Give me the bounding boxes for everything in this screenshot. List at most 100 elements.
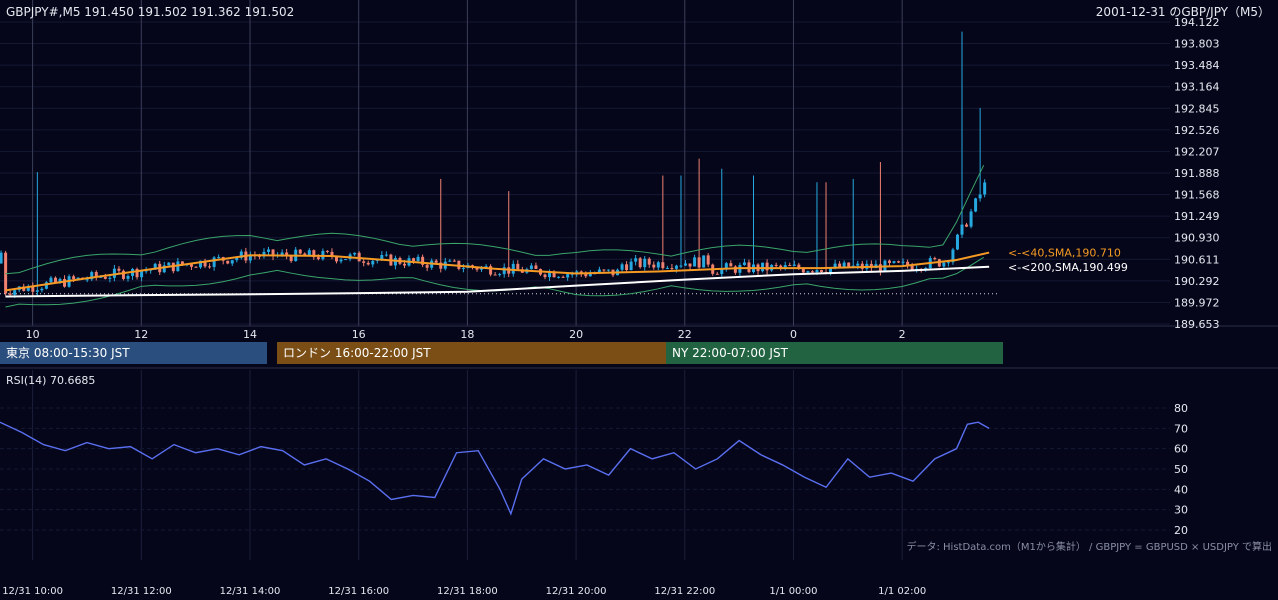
rsi-tick-label: 30 [1174, 504, 1188, 517]
candle-body [434, 260, 438, 263]
candle-body [416, 256, 420, 262]
candle-body [103, 276, 107, 279]
price-tick-label: 193.803 [1174, 38, 1220, 51]
price-tick-label: 191.568 [1174, 189, 1220, 202]
candle-body [792, 264, 796, 266]
candle-body [8, 293, 12, 295]
candle-body [217, 257, 221, 259]
time-tick-label: 1/1 02:00 [878, 586, 926, 597]
rsi-label: RSI(14) 70.6685 [6, 374, 95, 387]
candle-body [783, 265, 787, 268]
candle-body [810, 271, 814, 273]
candle-body [634, 258, 638, 262]
grid-layer [0, 0, 1278, 560]
candle-body [647, 258, 651, 265]
chart-title: 2001-12-31 のGBP/JPY（M5） [1096, 5, 1270, 19]
session-bar: 東京 08:00-15:30 JST ロンドン 16:00-22:00 JST NY… [0, 342, 1003, 364]
candle-body [208, 266, 212, 268]
price-tick-label: 193.164 [1174, 81, 1220, 94]
time-tick-label: 12/31 14:00 [220, 586, 281, 597]
candle-body [625, 264, 629, 271]
sma200-line [5, 265, 990, 298]
candle-body [339, 259, 343, 262]
candle-body [452, 260, 456, 262]
candle-body [933, 258, 937, 260]
candle-body [806, 271, 810, 273]
candle-body [901, 261, 905, 263]
candle-body [13, 290, 17, 295]
candle-body [0, 252, 3, 264]
session-label: NY 22:00-07:00 JST [672, 346, 789, 360]
hour-tick-label: 2 [899, 328, 906, 341]
candle-body [702, 255, 706, 268]
candle-body [788, 265, 792, 267]
candle-body [212, 257, 216, 267]
candle-body [742, 262, 746, 265]
candle-body [779, 265, 783, 268]
candle-body [344, 259, 348, 261]
time-tick-label: 12/31 12:00 [111, 586, 172, 597]
candle-body [140, 271, 144, 278]
candle-body [516, 263, 520, 270]
candle-body [298, 249, 302, 254]
candle-body [897, 261, 901, 263]
rsi-tick-label: 60 [1174, 443, 1188, 456]
candle-body [643, 258, 647, 268]
candle-body [715, 273, 719, 275]
rsi-panel: 80 70 60 50 40 30 20 [0, 402, 1188, 537]
candle-body [280, 252, 284, 255]
candle-body [335, 256, 338, 262]
session-label: ロンドン 16:00-22:00 JST [283, 346, 431, 360]
sma200-value-label: <-<200,SMA,190.499 [1008, 261, 1128, 274]
price-tick-label: 189.653 [1174, 318, 1220, 331]
hour-tick-label: 14 [243, 328, 257, 341]
time-tick-label: 1/1 00:00 [769, 586, 817, 597]
candle-body [566, 274, 570, 278]
candle-body [35, 290, 39, 292]
time-tick-label: 12/31 16:00 [328, 586, 389, 597]
candle-body [761, 262, 765, 272]
candle-body [887, 260, 891, 263]
price-tick-label: 191.249 [1174, 210, 1220, 223]
candle-body [493, 274, 497, 276]
candle-body [561, 276, 565, 278]
candle-body [878, 264, 882, 272]
candle-body [49, 277, 53, 283]
candle-body [629, 261, 633, 271]
sma40-value-label: <-<40,SMA,190.710 [1008, 247, 1121, 260]
symbol-ohlc-header: GBPJPY#,M5 191.450 191.502 191.362 191.5… [6, 5, 294, 19]
candle-body [384, 254, 388, 256]
price-tick-label: 193.484 [1174, 59, 1220, 72]
candle-body [226, 260, 230, 264]
hour-tick-label: 0 [790, 328, 797, 341]
candle-body [325, 250, 329, 252]
hour-tick-label: 10 [26, 328, 40, 341]
candle-body [40, 288, 44, 291]
bollinger-upper-line [5, 164, 985, 275]
chart-canvas: 194.122193.803193.484193.164192.845192.5… [0, 0, 1278, 597]
rsi-tick-label: 20 [1174, 524, 1188, 537]
candle-body [85, 279, 89, 281]
indicator-lines [5, 164, 990, 308]
price-tick-label: 192.207 [1174, 145, 1220, 158]
candle-body [670, 267, 674, 269]
candle-body [461, 268, 465, 270]
candle-body [511, 263, 515, 274]
candle-body [620, 264, 624, 270]
candle-body [724, 263, 728, 269]
candle-body [194, 266, 198, 268]
time-tick-label: 12/31 18:00 [437, 586, 498, 597]
candle-body [983, 182, 987, 195]
price-tick-label: 191.888 [1174, 167, 1220, 180]
candle-body [543, 274, 547, 278]
sma40-line [5, 251, 990, 292]
candle-body [679, 265, 683, 267]
price-tick-label: 192.526 [1174, 124, 1220, 137]
rsi-tick-label: 40 [1174, 483, 1188, 496]
hour-tick-label: 12 [134, 328, 148, 341]
candle-body [230, 260, 234, 264]
hour-tick-label: 18 [460, 328, 474, 341]
candle-body [498, 274, 502, 276]
rsi-tick-label: 70 [1174, 422, 1188, 435]
candle-body [108, 277, 112, 279]
